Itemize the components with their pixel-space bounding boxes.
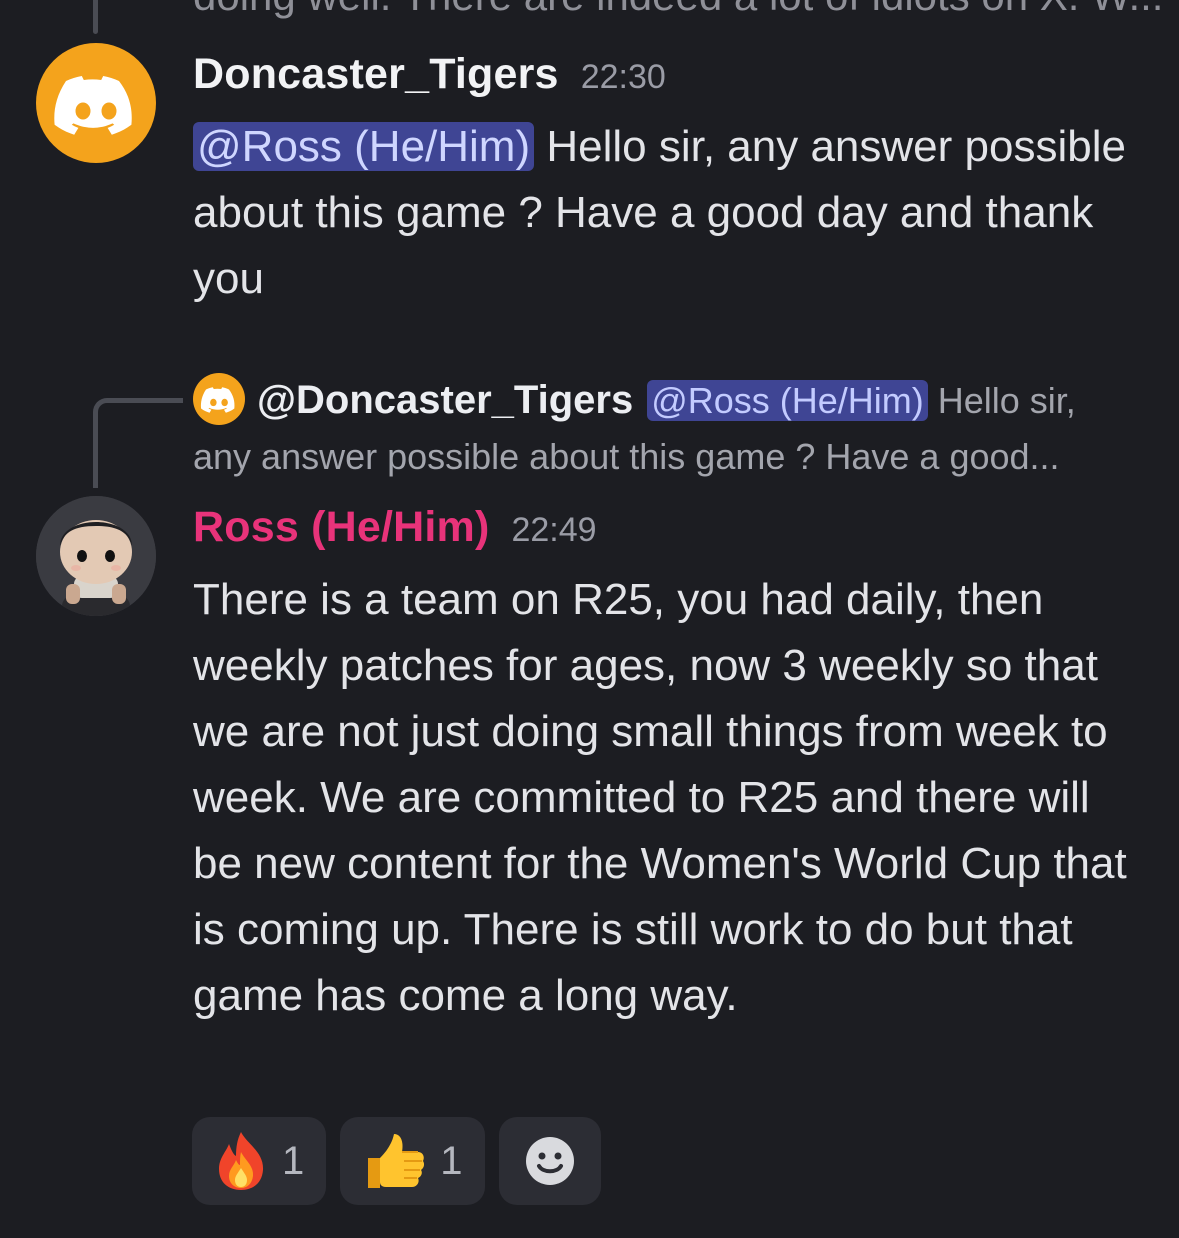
- discord-logo-icon: [54, 76, 132, 135]
- timestamp: 22:49: [511, 511, 597, 549]
- username[interactable]: Doncaster_Tigers: [193, 50, 559, 98]
- message-content: There is a team on R25, you had daily, t…: [193, 575, 1127, 1020]
- reply-mention: @Ross (He/Him): [647, 380, 928, 421]
- message-content: @Ross (He/Him) Hello sir, any answer pos…: [193, 114, 1143, 312]
- user-mention[interactable]: @Ross (He/Him): [193, 122, 535, 171]
- reaction-count: 1: [440, 1138, 463, 1183]
- reply-avatar: [193, 373, 245, 425]
- add-reaction-icon: [525, 1137, 574, 1185]
- thread-line: [93, 0, 98, 34]
- funko-figure-avatar-icon: [36, 496, 156, 616]
- reaction-count: 1: [282, 1138, 305, 1183]
- reply-text-line1: Hello sir,: [927, 380, 1076, 421]
- reply-text-line2: any answer possible about this game ? Ha…: [193, 436, 1060, 477]
- message-header: Ross (He/Him) 22:49: [193, 503, 597, 552]
- reply-preview[interactable]: @Doncaster_Tigers @Ross (He/Him) Hello si…: [193, 372, 1143, 485]
- chat-view: doing well. There are indeed a lot of id…: [0, 0, 1179, 1238]
- avatar[interactable]: [36, 43, 156, 163]
- avatar[interactable]: [36, 496, 156, 616]
- fire-icon: [219, 1132, 264, 1190]
- reactions-bar: 1 1: [192, 1117, 601, 1205]
- previous-message-text: doing well. There are indeed a lot of id…: [193, 0, 1163, 20]
- reply-author: @Doncaster_Tigers: [257, 378, 634, 422]
- reaction-fire[interactable]: 1: [192, 1117, 327, 1205]
- timestamp: 22:30: [580, 58, 666, 96]
- discord-logo-icon: [200, 387, 235, 413]
- add-reaction-button[interactable]: [498, 1117, 601, 1205]
- message-header: Doncaster_Tigers 22:30: [193, 50, 666, 99]
- reaction-thumbs-up[interactable]: 1: [340, 1117, 485, 1205]
- thumbs-up-icon: [368, 1134, 425, 1188]
- username[interactable]: Ross (He/Him): [193, 503, 489, 551]
- reply-connector-line: [93, 398, 183, 488]
